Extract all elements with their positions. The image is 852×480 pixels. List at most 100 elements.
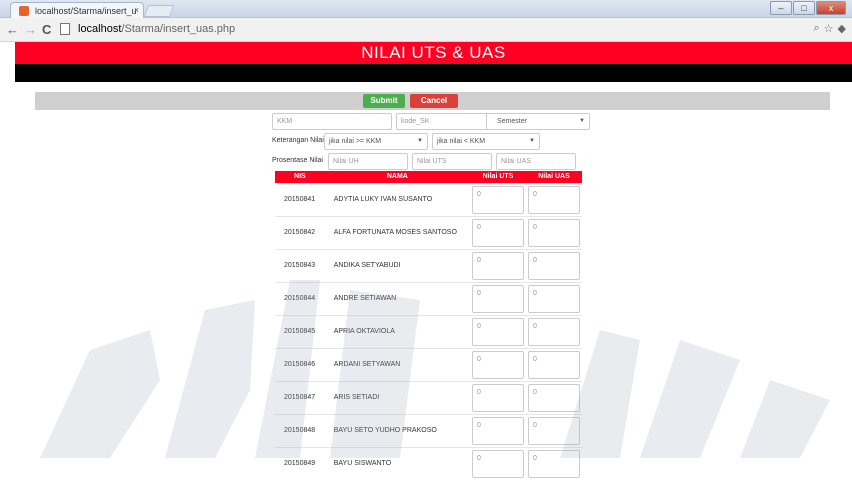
new-tab-button[interactable] [143,5,175,17]
back-icon[interactable]: ← [6,22,19,37]
watermark-shape [640,340,740,458]
student-grade-table: NIS NAMA Nilai UTS Nilai UAS 20150841 ADY… [275,171,582,480]
watermark-shape [40,330,160,458]
nilai-uas-input[interactable]: Nilai UAS [496,153,576,170]
url-host: localhost [78,23,122,35]
favicon-icon [19,6,29,16]
uas-score-input[interactable]: 0 [527,317,580,346]
table-header-row: NIS NAMA Nilai UTS Nilai UAS [275,171,582,183]
uas-score-input[interactable]: 0 [527,383,580,412]
watermark-shape [165,300,255,458]
toolbar-icons: ⌕ ☆ ◆ [813,22,846,35]
keterangan-lt-select[interactable]: jika nilai < KKM ▼ [432,133,540,150]
nis-cell: 20150842 [275,215,325,249]
browser-toolbar: ← → C localhost/Starma/insert_uas.php ⌕ … [0,18,852,42]
chevron-down-icon: ▼ [579,118,585,124]
nilai-uh-input[interactable]: Nilai UH [328,153,408,170]
table-row: 20150843 ANDIKA SETYABUDI 0 0 [275,248,582,282]
table-body: 20150841 ADYTIA LUKY IVAN SUSANTO 0 0 201508… [275,182,582,480]
uas-cell: 0 [525,281,582,315]
prosentase-label: Prosentase Nilai [272,157,323,164]
reload-icon[interactable]: C [42,22,51,37]
table-row: 20150842 ALFA FORTUNATA MOSES SANTOSO 0 0 [275,215,582,249]
uts-score-input[interactable]: 0 [471,350,524,379]
nilai-uts-input[interactable]: Nilai UTS [412,153,492,170]
uts-score-input[interactable]: 0 [471,251,524,280]
uas-score-input[interactable]: 0 [527,185,580,214]
uas-cell: 0 [525,380,582,414]
nis-cell: 20150847 [275,380,325,414]
uas-cell: 0 [525,314,582,348]
uts-cell: 0 [469,248,526,282]
nis-cell: 20150848 [275,413,325,447]
extension-icon[interactable]: ◆ [838,22,846,35]
nis-cell: 20150845 [275,314,325,348]
uas-score-input[interactable]: 0 [527,416,580,445]
form-row-kkm: KKM kode_SK Semester ▼ [272,113,590,132]
chevron-down-icon: ▼ [529,138,535,144]
uts-score-input[interactable]: 0 [471,416,524,445]
uts-cell: 0 [469,380,526,414]
uas-cell: 0 [525,248,582,282]
uts-score-input[interactable]: 0 [471,284,524,313]
uts-score-input[interactable]: 0 [471,185,524,214]
uas-cell: 0 [525,347,582,381]
uas-score-input[interactable]: 0 [527,284,580,313]
nama-cell: ADYTIA LUKY IVAN SUSANTO [324,182,470,216]
minimize-button[interactable]: – [770,1,792,15]
window-controls: – □ x [770,1,846,15]
address-bar[interactable]: localhost/Starma/insert_uas.php [78,21,832,39]
uts-cell: 0 [469,281,526,315]
table-row: 20150847 ARIS SETIADI 0 0 [275,380,582,414]
maximize-button[interactable]: □ [793,1,815,15]
uas-score-input[interactable]: 0 [527,350,580,379]
uas-cell: 0 [525,182,582,216]
uas-score-input[interactable]: 0 [527,251,580,280]
uts-score-input[interactable]: 0 [471,383,524,412]
nama-cell: ALFA FORTUNATA MOSES SANTOSO [324,215,470,249]
table-row: 20150841 ADYTIA LUKY IVAN SUSANTO 0 0 [275,182,582,216]
table-row: 20150846 ARDANI SETYAWAN 0 0 [275,347,582,381]
form-row-prosentase: Prosentase Nilai Nilai UH Nilai UTS Nila… [272,153,590,172]
nama-cell: ARIS SETIADI [324,380,470,414]
uts-score-input[interactable]: 0 [471,449,524,478]
kkm-input[interactable]: KKM [272,113,392,130]
uas-score-input[interactable]: 0 [527,449,580,478]
nama-cell: BAYU SISWANTO [324,446,470,480]
uas-cell: 0 [525,413,582,447]
nama-cell: BAYU SETO YUDHO PRAKOSO [324,413,470,447]
page-icon [60,23,70,35]
uts-score-input[interactable]: 0 [471,218,524,247]
chevron-down-icon: ▼ [417,138,423,144]
keterangan-lt-value: jika nilai < KKM [437,138,486,145]
semester-select[interactable]: Semester ▼ [486,113,590,130]
nama-cell: ARDANI SETYAWAN [324,347,470,381]
cancel-button[interactable]: Cancel [410,94,458,108]
forward-icon[interactable]: → [24,22,37,37]
close-window-button[interactable]: x [816,1,846,15]
col-header-nama: NAMA [324,171,470,183]
url-path: /Starma/insert_uas.php [121,23,236,35]
semester-value: Semester [497,118,527,125]
table-row: 20150848 BAYU SETO YUDHO PRAKOSO 0 0 [275,413,582,447]
tab-close-icon[interactable]: × [134,5,139,15]
bookmark-star-icon[interactable]: ☆ [824,22,834,35]
keterangan-ge-select[interactable]: jika nilai >= KKM ▼ [324,133,428,150]
nis-cell: 20150844 [275,281,325,315]
uas-score-input[interactable]: 0 [527,218,580,247]
uts-cell: 0 [469,182,526,216]
nis-cell: 20150849 [275,446,325,480]
submit-button[interactable]: Submit [363,94,405,108]
table-row: 20150849 BAYU SISWANTO 0 0 [275,446,582,480]
table-row: 20150844 ANDRE SETIAWAN 0 0 [275,281,582,315]
col-header-nis: NIS [275,171,325,183]
browser-tab[interactable]: localhost/Starma/insert_u × [10,2,144,18]
zoom-icon[interactable]: ⌕ [813,22,819,35]
uts-score-input[interactable]: 0 [471,317,524,346]
kode-sk-input[interactable]: kode_SK [396,113,496,130]
uts-cell: 0 [469,215,526,249]
table-row: 20150845 APRIA OKTAVIOLA 0 0 [275,314,582,348]
uts-cell: 0 [469,314,526,348]
nama-cell: APRIA OKTAVIOLA [324,314,470,348]
nama-cell: ANDIKA SETYABUDI [324,248,470,282]
